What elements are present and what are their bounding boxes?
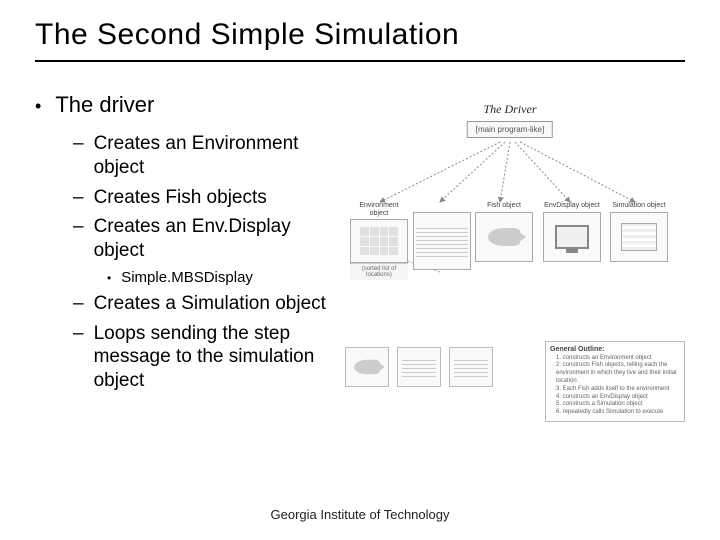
outline-item: 5. constructs a Simulation object [556, 401, 680, 409]
node-label: Simulation object [610, 202, 668, 210]
bullet-level-2: – Loops sending the step message to the … [73, 322, 335, 393]
driver-node: The Driver [main program-like] [467, 102, 553, 138]
bullet-level-3: • Simple.MBSDisplay [107, 269, 335, 286]
environment-node: Environment object (sorted list of locat… [350, 202, 408, 280]
slide: The Second Simple Simulation • The drive… [0, 0, 720, 540]
fish-box [475, 212, 533, 262]
fish-icon [354, 360, 380, 374]
display-box [543, 212, 601, 262]
driver-rect: [main program-like] [467, 121, 553, 138]
bullet-text: Simple.MBSDisplay [121, 269, 253, 286]
fish-attributes-node [413, 202, 471, 270]
simulation-node: Simulation object [610, 202, 668, 262]
envdisplay-node: EnvDisplay object [543, 202, 601, 262]
outline-item: 6. repeatedly calls Simulation to execut… [556, 409, 680, 417]
bullet-text: The driver [55, 92, 154, 118]
bullet-dash-icon: – [73, 292, 84, 316]
content-area: • The driver – Creates an Environment ob… [35, 92, 685, 432]
sim-icon [621, 223, 657, 251]
small-attr-box [397, 347, 441, 387]
bullet-text: Creates an Env.Display object [94, 215, 335, 263]
outline-title: General Outline: [550, 346, 680, 353]
footer: Georgia Institute of Technology [0, 507, 720, 522]
lower-row [345, 347, 493, 387]
sim-box [610, 212, 668, 262]
text-column: • The driver – Creates an Environment ob… [35, 92, 335, 432]
driver-title: The Driver [467, 102, 553, 117]
bullet-text: Loops sending the step message to the si… [94, 322, 335, 393]
bullet-level-2: – Creates an Env.Display object [73, 215, 335, 263]
bullet-level-2: – Creates Fish objects [73, 186, 335, 210]
outline-box: General Outline: 1. constructs an Enviro… [545, 341, 685, 422]
bullet-dot-icon: • [107, 271, 111, 285]
small-attr-box [449, 347, 493, 387]
monitor-icon [555, 225, 589, 249]
fish-node: Fish object [475, 202, 533, 262]
bullet-level-1: • The driver [35, 92, 335, 118]
bullet-level-2: – Creates a Simulation object [73, 292, 335, 316]
grid-icon [360, 227, 398, 255]
node-label: EnvDisplay object [543, 202, 601, 210]
diagram-column: The Driver [main program-like] Environme… [345, 92, 685, 432]
node-label: Environment object [350, 202, 408, 217]
bullet-dash-icon: – [73, 322, 84, 346]
bullet-text: Creates Fish objects [94, 186, 267, 210]
bullet-dash-icon: – [73, 132, 84, 156]
outline-item: 4. constructs an EnvDisplay object [556, 394, 680, 402]
small-fish-box [345, 347, 389, 387]
bullet-text: Creates a Simulation object [94, 292, 326, 316]
bullet-level-2: – Creates an Environment object [73, 132, 335, 180]
slide-title: The Second Simple Simulation [35, 18, 685, 62]
bullet-dash-icon: – [73, 215, 84, 239]
node-label [413, 202, 471, 210]
outline-item: 2. constructs Fish objects, telling each… [556, 362, 680, 385]
fish-icon [488, 228, 520, 246]
node-sublabel: (sorted list of locations) [350, 263, 408, 280]
outline-item: 3. Each Fish adds itself to the environm… [556, 386, 680, 394]
outline-item: 1. constructs an Environment object [556, 355, 680, 363]
env-box [350, 219, 408, 263]
node-label: Fish object [475, 202, 533, 210]
bullet-dash-icon: – [73, 186, 84, 210]
attr-box [413, 212, 471, 270]
diagram: The Driver [main program-like] Environme… [345, 102, 675, 432]
bullet-text: Creates an Environment object [94, 132, 335, 180]
bullet-dot-icon: • [35, 96, 41, 117]
